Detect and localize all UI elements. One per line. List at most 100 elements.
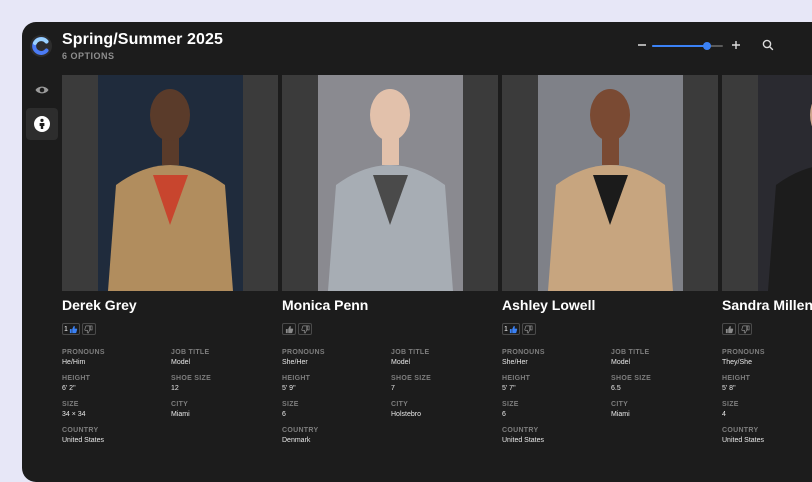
attr-label: PRONOUNS (282, 349, 325, 356)
attr-label: CITY (391, 401, 409, 408)
attr-country: COUNTRY Denmark (282, 427, 318, 444)
attr-label: COUNTRY (62, 427, 99, 434)
talent-card[interactable]: Derek Grey 1 PRONOUNS He/Him JOB TITLE Model H… (62, 75, 278, 475)
attr-label: CITY (171, 401, 189, 408)
dislike-button[interactable] (738, 323, 752, 335)
attr-value: United States (722, 437, 765, 444)
dislike-button[interactable] (521, 323, 536, 335)
attr-shoe-size: SHOE SIZE 6.5 (611, 375, 651, 392)
attr-height: HEIGHT 5' 7" (502, 375, 530, 392)
attr-job-title: JOB TITLE Model (391, 349, 429, 366)
attr-size: SIZE 6 (502, 401, 519, 418)
vote-buttons: 1 (62, 323, 96, 335)
thumbs-up-icon (285, 325, 294, 333)
attr-label: COUNTRY (502, 427, 539, 434)
talent-card[interactable]: Ashley Lowell 1 PRONOUNS She/Her JOB TITLE Mo… (502, 75, 718, 475)
like-button[interactable] (282, 323, 296, 335)
attr-job-title: JOB TITLE Model (611, 349, 649, 366)
like-button[interactable] (722, 323, 736, 335)
attr-label: HEIGHT (62, 375, 91, 382)
thumbs-down-icon (740, 325, 749, 333)
attr-label: JOB TITLE (171, 349, 210, 356)
talent-card[interactable]: Monica Penn PRONOUNS She/Her JOB TITLE Model… (282, 75, 498, 475)
attr-label: JOB TITLE (391, 349, 430, 356)
attr-label: SIZE (502, 401, 519, 408)
attr-pronouns: PRONOUNS They/She (722, 349, 765, 366)
attr-shoe-size: SHOE SIZE 7 (391, 375, 431, 392)
attr-value: She/Her (282, 359, 308, 366)
dislike-button[interactable] (81, 323, 96, 335)
attr-label: SHOE SIZE (171, 375, 212, 382)
attr-value: United States (502, 437, 545, 444)
vote-buttons: 1 (502, 323, 536, 335)
sidebar-item-preview[interactable] (26, 74, 58, 106)
zoom-slider-thumb[interactable] (703, 42, 712, 50)
attr-height: HEIGHT 5' 8" (722, 375, 750, 392)
attr-value: Miami (611, 411, 630, 418)
zoom-in-icon[interactable] (729, 38, 743, 52)
attr-label: PRONOUNS (722, 349, 765, 356)
attr-city: CITY Holstebro (391, 401, 421, 418)
talent-photo[interactable] (502, 75, 718, 291)
like-button[interactable]: 1 (502, 323, 520, 335)
attr-value: He/Him (62, 359, 86, 366)
attr-value: She/Her (502, 359, 528, 366)
attr-label: SHOE SIZE (611, 375, 652, 382)
attr-job-title: JOB TITLE Model (171, 349, 209, 366)
eye-icon (35, 86, 49, 94)
talent-photo[interactable] (282, 75, 498, 291)
talent-name[interactable]: Monica Penn (282, 297, 368, 313)
thumbs-up-icon (509, 325, 518, 333)
attr-country: COUNTRY United States (722, 427, 764, 444)
attr-city: CITY Miami (611, 401, 630, 418)
attr-label: COUNTRY (722, 427, 759, 434)
attr-value: 5' 8" (722, 385, 736, 392)
attr-height: HEIGHT 5' 9" (282, 375, 310, 392)
attr-country: COUNTRY United States (62, 427, 104, 444)
attr-label: COUNTRY (282, 427, 319, 434)
attr-shoe-size: SHOE SIZE 12 (171, 375, 211, 392)
like-count: 1 (504, 325, 508, 333)
thumbs-up-icon (725, 325, 734, 333)
zoom-slider[interactable] (652, 42, 723, 50)
attr-city: CITY Miami (171, 401, 190, 418)
talent-photo[interactable] (722, 75, 812, 291)
talent-name[interactable]: Derek Grey (62, 297, 137, 313)
dislike-button[interactable] (298, 323, 312, 335)
talent-photo[interactable] (62, 75, 278, 291)
brand-logo-icon (30, 35, 52, 57)
like-button[interactable]: 1 (62, 323, 80, 335)
attr-value: 7 (391, 385, 395, 392)
attr-label: SIZE (282, 401, 299, 408)
attr-label: PRONOUNS (502, 349, 545, 356)
sidebar-item-talent[interactable] (26, 108, 58, 140)
talent-name[interactable]: Sandra Millen (722, 297, 812, 313)
attr-label: HEIGHT (282, 375, 311, 382)
attr-pronouns: PRONOUNS She/Her (282, 349, 325, 366)
vote-buttons (282, 323, 312, 335)
attr-label: PRONOUNS (62, 349, 105, 356)
attr-value: They/She (722, 359, 752, 366)
talent-name[interactable]: Ashley Lowell (502, 297, 595, 313)
search-icon[interactable] (761, 38, 775, 52)
portrait-figure (108, 89, 233, 291)
attr-value: 6 (502, 411, 506, 418)
zoom-out-icon[interactable] (635, 38, 649, 52)
attr-value: Denmark (282, 437, 311, 444)
zoom-slider-fill (652, 45, 708, 47)
portrait-figure (328, 89, 453, 291)
attr-country: COUNTRY United States (502, 427, 544, 444)
attr-value: Holstebro (391, 411, 421, 418)
sidebar (26, 74, 58, 142)
thumbs-up-icon (69, 325, 78, 333)
portrait-figure (548, 89, 673, 291)
attr-value: 12 (171, 385, 179, 392)
attr-label: SIZE (62, 401, 79, 408)
person-icon (34, 116, 50, 132)
thumbs-down-icon (300, 325, 309, 333)
talent-card[interactable]: Sandra MillenPRONOUNSThey/SheJOB TITLEHE… (722, 75, 812, 475)
attr-label: HEIGHT (502, 375, 531, 382)
attr-label: SIZE (722, 401, 739, 408)
attr-label: SHOE SIZE (391, 375, 432, 382)
attr-value: 5' 9" (282, 385, 296, 392)
